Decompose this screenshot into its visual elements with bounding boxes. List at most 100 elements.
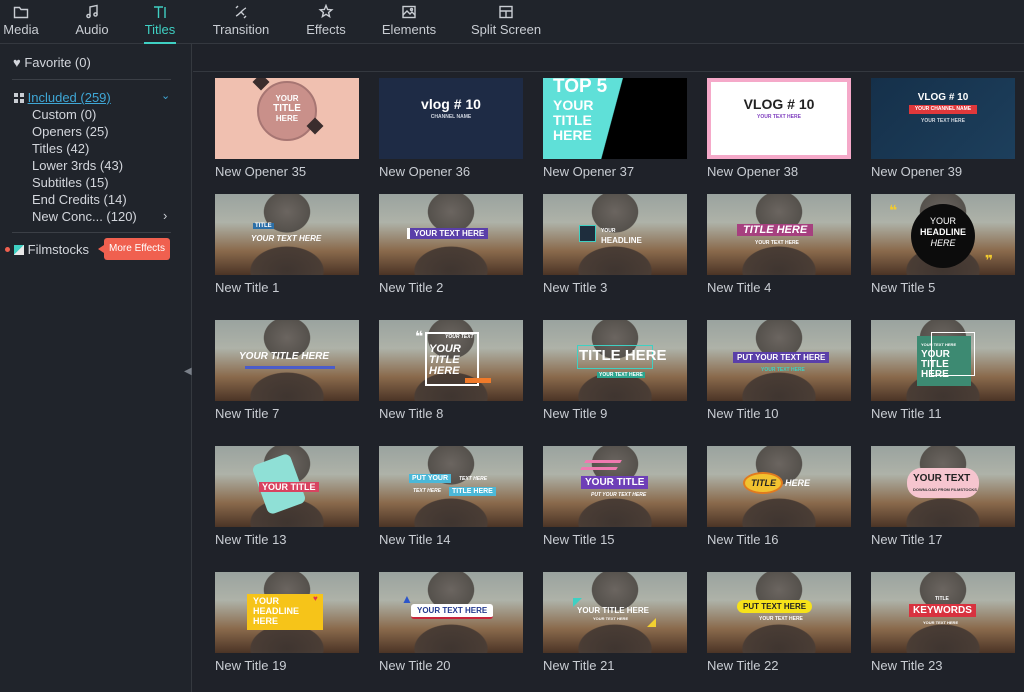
thumb-text: YOUR TEXT HERE [921, 342, 957, 347]
new-dot-indicator [5, 247, 10, 252]
thumb-text: TITLE [553, 112, 592, 128]
card-label: New Title 22 [707, 658, 779, 673]
title-card-new-title-20[interactable]: ▲ YOUR TEXT HERE New Title 20 [379, 572, 525, 673]
thumbnail: YOUR HEADLINE [543, 194, 687, 275]
library-header [193, 44, 1024, 72]
title-card-new-opener-35[interactable]: YOUR TITLE HERE New Opener 35 [215, 78, 361, 179]
thumbnail: ▲ YOUR TEXT HERE [379, 572, 523, 653]
card-label: New Opener 37 [543, 164, 635, 179]
card-label: New Title 20 [379, 658, 451, 673]
card-label: New Title 8 [379, 406, 444, 421]
thumb-text: TEXT HERE [413, 488, 442, 494]
title-card-new-title-2[interactable]: YOUR TEXT HERE New Title 2 [379, 194, 525, 295]
title-card-new-title-19[interactable]: YOUR HEADLINE HERE ♥ New Title 19 [215, 572, 361, 673]
title-card-new-title-7[interactable]: YOUR TITLE HERE New Title 7 [215, 320, 361, 421]
thumb-text: KEYWORDS [909, 604, 976, 617]
tab-audio[interactable]: Audio [72, 0, 112, 44]
title-card-new-title-15[interactable]: YOUR TITLE PUT YOUR TEXT HERE New Title … [543, 446, 689, 547]
chevron-down-icon[interactable]: ⌄ [161, 89, 170, 102]
title-card-new-title-16[interactable]: TITLE HERE New Title 16 [707, 446, 853, 547]
thumbnail: YOUR TITLE PUT YOUR TEXT HERE [543, 446, 687, 527]
thumb-text: YOUR TEXT HERE [761, 367, 805, 373]
thumb-text: vlog # 10 [421, 96, 481, 112]
tab-titles[interactable]: Titles [140, 0, 180, 44]
title-card-new-title-10[interactable]: PUT YOUR TEXT HERE YOUR TEXT HERE New Ti… [707, 320, 853, 421]
thumb-text: YOUR TEXT HERE [923, 620, 959, 625]
divider [12, 79, 171, 80]
thumb-text: VLOG # 10 [917, 92, 969, 103]
card-label: New Title 17 [871, 532, 943, 547]
title-card-new-title-14[interactable]: PUT YOUR TEXT HERE TEXT HERE TITLE HERE … [379, 446, 525, 547]
thumbnail: TITLE HERE YOUR TEXT HERE [543, 320, 687, 401]
thumb-text: HERE [553, 127, 592, 143]
tab-transition[interactable]: Transition [208, 0, 274, 44]
tab-effects[interactable]: Effects [304, 0, 348, 44]
tab-label: Elements [381, 22, 437, 37]
sidebar-item-new-concepts[interactable]: New Conc... (120) [32, 209, 137, 224]
tab-label: Effects [306, 22, 346, 37]
quote-icon: ❞ [985, 252, 994, 268]
thumbnail: PUT YOUR TEXT HERE YOUR TEXT HERE [707, 320, 851, 401]
sidebar-item-subtitles[interactable]: Subtitles (15) [32, 175, 109, 190]
thumb-text: VLOG # 10 [743, 96, 815, 112]
music-note-icon [72, 0, 112, 22]
title-card-new-title-4[interactable]: TITLE HERE YOUR TEXT HERE New Title 4 [707, 194, 853, 295]
thumb-text: HEADLINE [919, 227, 966, 237]
more-effects-badge[interactable]: More Effects [98, 238, 170, 260]
card-label: New Title 4 [707, 280, 772, 295]
title-card-new-title-1[interactable]: TITLE YOUR TEXT HERE New Title 1 [215, 194, 361, 295]
tab-label: Titles [144, 22, 176, 37]
tab-elements[interactable]: Elements [380, 0, 438, 44]
thumb-text: HERE [921, 369, 949, 380]
thumb-text: YOUR TITLE [259, 482, 319, 492]
quote-icon: ❝ [415, 328, 424, 344]
card-label: New Title 2 [379, 280, 444, 295]
title-card-new-title-22[interactable]: PUT TEXT HERE YOUR TEXT HERE New Title 2… [707, 572, 853, 673]
title-card-new-opener-36[interactable]: vlog # 10 CHANNEL NAME New Opener 36 [379, 78, 525, 179]
sidebar-item-end-credits[interactable]: End Credits (14) [32, 192, 127, 207]
title-card-new-opener-37[interactable]: TOP 5 YOUR TITLE HERE New Opener 37 [543, 78, 689, 179]
title-card-new-title-13[interactable]: YOUR TITLE New Title 13 [215, 446, 361, 547]
tab-split-screen[interactable]: Split Screen [470, 0, 542, 44]
thumbnail: YOUR TITLE HERE [215, 320, 359, 401]
card-label: New Opener 36 [379, 164, 471, 179]
card-label: New Title 13 [215, 532, 287, 547]
sidebar-item-filmstocks[interactable]: Filmstocks [14, 242, 89, 257]
collapse-sidebar-icon[interactable]: ◀ [184, 366, 192, 377]
title-card-new-title-9[interactable]: TITLE HERE YOUR TEXT HERE New Title 9 [543, 320, 689, 421]
chevron-right-icon[interactable]: › [163, 208, 167, 223]
sidebar-item-lower-3rds[interactable]: Lower 3rds (43) [32, 158, 123, 173]
title-card-new-title-17[interactable]: YOUR TEXT DOWNLOAD FROM FILMSTOCKS New T… [871, 446, 1017, 547]
thumb-text: YOUR [553, 97, 594, 113]
title-card-new-opener-38[interactable]: VLOG # 10 YOUR TEXT HERE New Opener 38 [707, 78, 853, 179]
title-card-new-title-11[interactable]: YOUR TEXT HERE YOUR TITLE HERE New Title… [871, 320, 1017, 421]
thumb-text: YOUR TEXT HERE [759, 616, 803, 622]
title-card-new-title-5[interactable]: YOUR HEADLINE HERE ❝ ❞ New Title 5 [871, 194, 1017, 295]
sidebar-item-custom[interactable]: Custom (0) [32, 107, 96, 122]
titles-library: YOUR TITLE HERE New Opener 35 vlog # 10 … [193, 44, 1024, 692]
title-card-new-title-23[interactable]: TITLE KEYWORDS YOUR TEXT HERE New Title … [871, 572, 1017, 673]
card-label: New Title 15 [543, 532, 615, 547]
card-label: New Title 9 [543, 406, 608, 421]
title-card-new-opener-39[interactable]: VLOG # 10 YOUR CHANNEL NAME YOUR TEXT HE… [871, 78, 1017, 179]
thumb-text: PUT YOUR TEXT HERE [733, 352, 830, 363]
sidebar-item-favorite[interactable]: ♥ Favorite (0) [13, 55, 91, 70]
sidebar-item-included[interactable]: Included (259) [14, 90, 111, 105]
title-card-new-title-8[interactable]: ❝ YOUR TEXT YOUR TITLE HERE New Title 8 [379, 320, 525, 421]
divider [12, 232, 171, 233]
title-card-new-title-21[interactable]: YOUR TITLE HERE YOUR TEXT HERE New Title… [543, 572, 689, 673]
tab-media[interactable]: Media [0, 0, 42, 44]
sidebar-item-openers[interactable]: Openers (25) [32, 124, 109, 139]
title-card-new-title-3[interactable]: YOUR HEADLINE New Title 3 [543, 194, 689, 295]
effects-icon [304, 0, 348, 22]
thumb-text: TITLE HERE [449, 487, 496, 496]
thumb-text: YOUR TEXT [913, 473, 971, 484]
thumb-text: YOUR CHANNEL NAME [914, 106, 972, 112]
thumb-text: PUT YOUR TEXT HERE [591, 492, 647, 498]
card-label: New Title 7 [215, 406, 280, 421]
card-label: New Title 23 [871, 658, 943, 673]
thumb-text: YOUR TEXT [445, 334, 474, 340]
thumbnail: VLOG # 10 YOUR CHANNEL NAME YOUR TEXT HE… [871, 78, 1015, 159]
text-icon [140, 0, 180, 22]
sidebar-item-titles[interactable]: Titles (42) [32, 141, 89, 156]
